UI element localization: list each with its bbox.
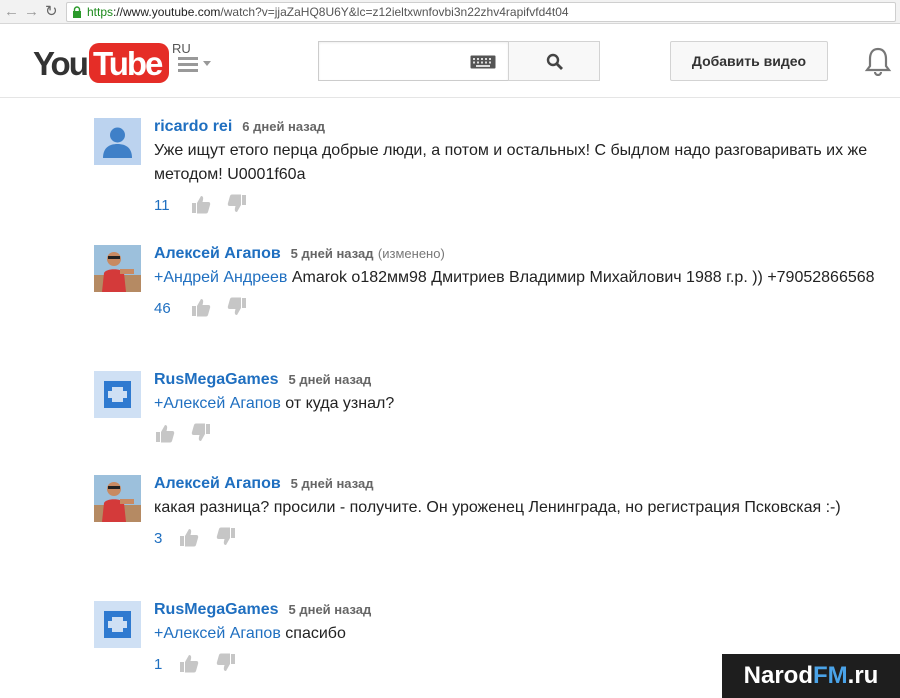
logo-tube-badge: Tube [89, 43, 169, 83]
comment-text: +Алексей Агапов спасибо [154, 622, 884, 646]
hamburger-icon [178, 57, 198, 60]
url-path: /watch?v=jjaZaHQ8U6Y&lc=z12ieltxwnfovbi3… [220, 5, 569, 19]
like-count: 3 [154, 530, 163, 547]
avatar[interactable] [94, 475, 141, 522]
comment-header: ricardo rei 6 дней назад [154, 118, 884, 138]
comment-body: Алексей Агапов 5 дней назад (изменено) +А… [154, 245, 884, 320]
logo-tube-text: Tube [93, 45, 163, 82]
search-icon [546, 53, 563, 70]
url-scheme: https [87, 5, 114, 19]
hamburger-line [178, 63, 198, 66]
thumbs-up-icon[interactable] [154, 422, 176, 444]
lock-icon [73, 6, 81, 18]
mention-link[interactable]: +Алексей Агапов [154, 395, 281, 412]
thumbs-down-icon[interactable] [190, 422, 212, 444]
thumbs-up-icon[interactable] [190, 296, 212, 318]
comment-actions: 3 [154, 526, 884, 550]
default-user-icon [103, 127, 132, 158]
comment-text-content: Amarok о182мм98 Дмитриев Владимир Михайл… [287, 269, 875, 286]
channel-icon [94, 371, 141, 418]
edited-label: (изменено) [377, 246, 445, 261]
comment-time[interactable]: 6 дней назад [242, 119, 325, 134]
mention-link[interactable]: +Андрей Андреев [154, 269, 287, 286]
comment-author[interactable]: RusMegaGames [154, 601, 279, 618]
comment-time[interactable]: 5 дней назад [289, 372, 372, 387]
comment-header: Алексей Агапов 5 дней назад [154, 475, 884, 495]
comment-actions: 46 [154, 296, 884, 320]
comment-actions: 11 [154, 193, 884, 217]
site-watermark: NarodFM.ru [722, 654, 900, 698]
thumbs-up-icon[interactable] [178, 652, 200, 674]
url-host: ://www.youtube.com [113, 5, 221, 19]
reload-icon[interactable]: ↻ [45, 3, 58, 21]
avatar[interactable] [94, 371, 141, 418]
thumbs-down-icon[interactable] [215, 652, 237, 674]
comment-author[interactable]: Алексей Агапов [154, 475, 281, 492]
thumbs-down-icon[interactable] [226, 193, 248, 215]
hamburger-line [178, 69, 198, 72]
thumbs-down-icon[interactable] [215, 526, 237, 548]
comment-actions [154, 422, 884, 446]
comment-text: Уже ищут етого перца добрые люди, а пото… [154, 142, 868, 183]
comment-author[interactable]: ricardo rei [154, 118, 232, 135]
address-bar[interactable]: https://www.youtube.com/watch?v=jjaZaHQ8… [66, 2, 896, 22]
back-arrow-icon[interactable]: ← [4, 3, 19, 21]
avatar[interactable] [94, 601, 141, 648]
site-header: You Tube RU Добавить видео [0, 25, 900, 98]
thumbs-down-icon[interactable] [226, 296, 248, 318]
comment-time[interactable]: 5 дней назад [291, 476, 374, 491]
like-count: 46 [154, 300, 171, 317]
comment-body: Алексей Агапов 5 дней назад какая разница… [154, 475, 884, 550]
upload-video-button[interactable]: Добавить видео [670, 41, 828, 81]
user-photo [94, 245, 141, 292]
comment-author[interactable]: RusMegaGames [154, 371, 279, 388]
comment-header: Алексей Агапов 5 дней назад (изменено) [154, 245, 884, 265]
thumbs-up-icon[interactable] [178, 526, 200, 548]
logo-region: RU [172, 41, 191, 56]
mention-link[interactable]: +Алексей Агапов [154, 625, 281, 642]
thumbs-up-icon[interactable] [190, 193, 212, 215]
comments-section: ricardo rei 6 дней назад Уже ищут етого п… [0, 99, 900, 698]
comment-body: RusMegaGames 5 дней назад +Алексей Агапов… [154, 371, 884, 446]
like-count: 1 [154, 656, 163, 673]
browser-toolbar: ← → ↻ https://www.youtube.com/watch?v=jj… [0, 0, 900, 24]
logo-you-text: You [33, 45, 89, 82]
avatar[interactable] [94, 118, 141, 165]
bell-icon[interactable] [864, 46, 892, 76]
comment-time[interactable]: 5 дней назад [291, 246, 374, 261]
forward-arrow-icon[interactable]: → [24, 3, 39, 21]
user-photo [94, 475, 141, 522]
comment-text: +Андрей Андреев Amarok о182мм98 Дмитриев… [154, 266, 884, 290]
comment-text-content: от куда узнал? [280, 395, 395, 412]
watermark-part2: FM [813, 662, 848, 689]
watermark-part1: Narod [743, 662, 813, 689]
like-count: 11 [154, 197, 170, 214]
search-button[interactable] [508, 41, 600, 81]
comment-text-content: спасибо [280, 625, 346, 642]
avatar[interactable] [94, 245, 141, 292]
comment-text: какая разница? просили - получите. Он ур… [154, 499, 841, 516]
guide-menu-button[interactable] [178, 55, 214, 73]
comment-author[interactable]: Алексей Агапов [154, 245, 281, 262]
watermark-part3: .ru [847, 662, 879, 689]
channel-icon [94, 601, 141, 648]
comment-header: RusMegaGames 5 дней назад [154, 371, 884, 391]
comment-header: RusMegaGames 5 дней назад [154, 601, 884, 621]
comment-body: ricardo rei 6 дней назад Уже ищут етого п… [154, 118, 884, 217]
keyboard-icon[interactable] [470, 55, 496, 69]
comment-time[interactable]: 5 дней назад [289, 602, 372, 617]
caret-down-icon [203, 61, 211, 66]
comment-text: +Алексей Агапов от куда узнал? [154, 392, 884, 416]
